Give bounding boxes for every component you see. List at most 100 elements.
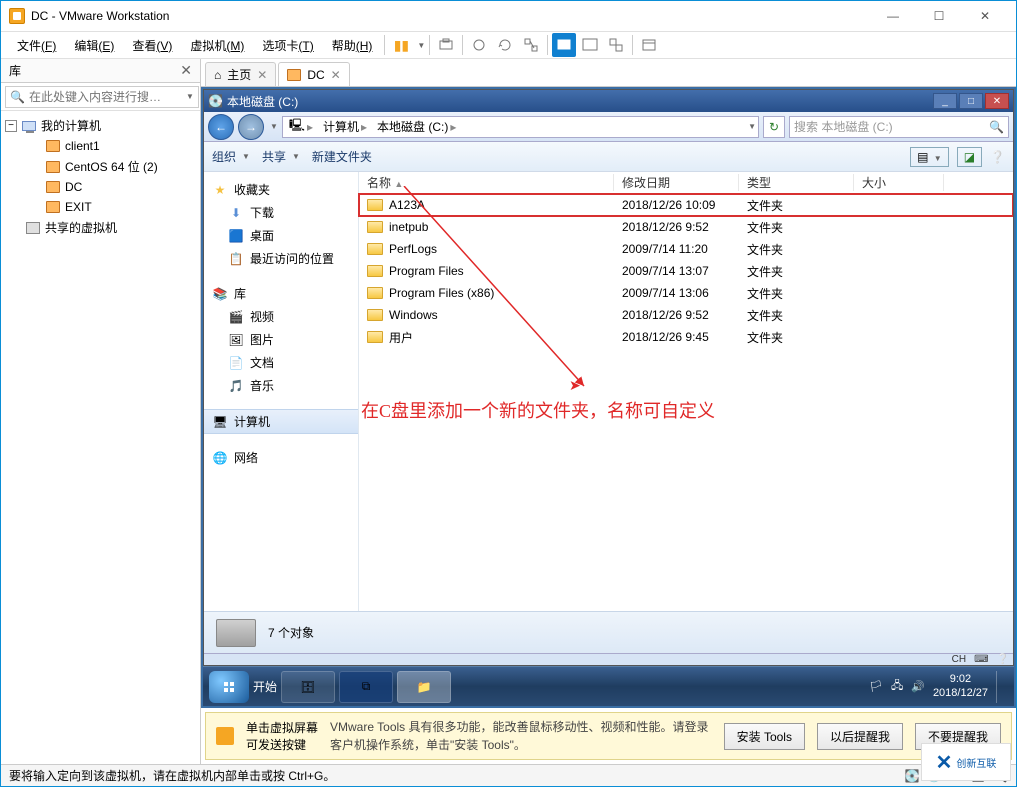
snapshot-take-button[interactable] — [467, 33, 491, 57]
new-folder-button[interactable]: 新建文件夹 — [312, 148, 372, 165]
maximize-button[interactable]: ☐ — [916, 1, 962, 31]
tree-vm-dc[interactable]: DC — [5, 177, 196, 197]
taskbar-server-manager[interactable]: 🗄 — [281, 671, 335, 703]
col-size[interactable]: 大小 — [854, 174, 944, 191]
drive-icon: 💽 — [208, 94, 223, 108]
taskbar-powershell[interactable]: ⧉ — [339, 671, 393, 703]
tab-home-close[interactable]: ✕ — [257, 68, 267, 82]
breadcrumb[interactable]: 🖳 ▸ 计算机 ▸ 本地磁盘 (C:) ▸ ▼ — [282, 116, 759, 138]
menu-help[interactable]: 帮助(H) — [324, 33, 381, 58]
minimize-button[interactable]: — — [870, 1, 916, 31]
file-row[interactable]: Program Files (x86)2009/7/14 13:06文件夹 — [359, 282, 1013, 304]
explorer-window: 💽 本地磁盘 (C:) _ □ ✕ ← → ▼ — [203, 89, 1014, 666]
tray-clock[interactable]: 9:02 2018/12/27 — [933, 673, 988, 699]
search-dropdown[interactable]: ▼ — [186, 92, 194, 101]
menubar: 文件(F) 编辑(E) 查看(V) 虚拟机(M) 选项卡(T) 帮助(H) ▮▮… — [1, 31, 1016, 59]
breadcrumb-computer[interactable]: 计算机 ▸ — [319, 118, 371, 135]
sidebar-network[interactable]: 🌐网络 — [204, 446, 358, 469]
library-header: 库 ✕ — [1, 59, 200, 83]
breadcrumb-dropdown[interactable]: ▼ — [748, 122, 756, 131]
nav-history-dropdown[interactable]: ▼ — [270, 122, 278, 131]
tray-sound-icon[interactable]: 🔊 — [911, 680, 925, 693]
sidebar-videos[interactable]: 🎬视频 — [204, 305, 358, 328]
file-row[interactable]: A123A2018/12/26 10:09文件夹 — [359, 194, 1013, 216]
vmware-icon — [9, 8, 25, 24]
library-close-button[interactable]: ✕ — [180, 62, 192, 79]
menu-view[interactable]: 查看(V) — [124, 33, 180, 58]
tab-dc[interactable]: DC ✕ — [278, 62, 349, 86]
lang-options-icon[interactable]: ⌨ — [974, 654, 988, 665]
sidebar-recent[interactable]: 📋最近访问的位置 — [204, 247, 358, 270]
sidebar-pictures[interactable]: 🖼图片 — [204, 328, 358, 351]
preview-pane-button[interactable]: ◪ — [957, 147, 982, 167]
start-button[interactable] — [209, 671, 249, 703]
col-date[interactable]: 修改日期 — [614, 174, 739, 191]
taskbar-explorer[interactable]: 📁 — [397, 671, 451, 703]
sidebar-favorites[interactable]: ★收藏夹 — [204, 178, 358, 201]
remind-later-button[interactable]: 以后提醒我 — [817, 723, 903, 750]
help-button[interactable]: ❔ — [990, 150, 1005, 164]
tree-my-computer[interactable]: − 我的计算机 — [5, 115, 196, 136]
sidebar-desktop[interactable]: 🟦桌面 — [204, 224, 358, 247]
view-options-button[interactable]: ▤ ▼ — [910, 147, 949, 167]
explorer-sidebar: ★收藏夹 ⬇下载 🟦桌面 📋最近访问的位置 📚库 🎬视频 🖼图片 📄文档 🎵音乐 — [204, 172, 359, 611]
watermark-logo: ✕创新互联 — [921, 743, 1011, 781]
refresh-button[interactable]: ↻ — [763, 116, 785, 138]
power-dropdown[interactable]: ▼ — [417, 41, 425, 50]
snapshot-revert-button[interactable] — [493, 33, 517, 57]
tray-flag-icon[interactable]: 🏳 — [869, 680, 883, 693]
tray-network-icon[interactable]: 🖧 — [891, 677, 903, 696]
install-tools-button[interactable]: 安装 Tools — [724, 723, 805, 750]
organize-button[interactable]: 组织 ▼ — [212, 148, 250, 165]
tree-shared-vms[interactable]: 共享的虚拟机 — [5, 217, 196, 238]
explorer-close[interactable]: ✕ — [985, 93, 1009, 109]
vmware-tools-hint: 单击虚拟屏幕 可发送按键 VMware Tools 具有很多功能，能改善鼠标移动… — [205, 712, 1012, 760]
sidebar-libraries[interactable]: 📚库 — [204, 282, 358, 305]
file-row[interactable]: Windows2018/12/26 9:52文件夹 — [359, 304, 1013, 326]
lang-indicator[interactable]: CH — [952, 654, 966, 665]
breadcrumb-root[interactable]: 🖳 ▸ — [285, 116, 317, 137]
explorer-search[interactable]: 搜索 本地磁盘 (C:) 🔍 — [789, 116, 1009, 138]
fit-guest-button[interactable] — [552, 33, 576, 57]
sidebar-downloads[interactable]: ⬇下载 — [204, 201, 358, 224]
share-button[interactable]: 共享 ▼ — [262, 148, 300, 165]
breadcrumb-drive[interactable]: 本地磁盘 (C:) ▸ — [373, 118, 460, 135]
suspend-button[interactable]: ▮▮ — [389, 33, 413, 57]
explorer-minimize[interactable]: _ — [933, 93, 957, 109]
col-type[interactable]: 类型 — [739, 174, 854, 191]
tree-vm-exit[interactable]: EXIT — [5, 197, 196, 217]
tree-vm-client1[interactable]: client1 — [5, 136, 196, 156]
start-label: 开始 — [253, 678, 277, 695]
hint-left-text: 单击虚拟屏幕 可发送按键 — [246, 719, 318, 753]
nav-forward-button[interactable]: → — [238, 114, 264, 140]
library-search-input[interactable] — [29, 90, 184, 104]
show-console-button[interactable] — [637, 33, 661, 57]
show-desktop-button[interactable] — [996, 671, 1008, 703]
explorer-maximize[interactable]: □ — [959, 93, 983, 109]
sidebar-documents[interactable]: 📄文档 — [204, 351, 358, 374]
sidebar-computer[interactable]: 🖥计算机 — [204, 409, 358, 434]
file-row[interactable]: 用户2018/12/26 9:45文件夹 — [359, 326, 1013, 348]
unity-button[interactable] — [604, 33, 628, 57]
tab-dc-close[interactable]: ✕ — [331, 68, 341, 82]
file-row[interactable]: PerfLogs2009/7/14 11:20文件夹 — [359, 238, 1013, 260]
tree-vm-centos[interactable]: CentOS 64 位 (2) — [5, 156, 196, 177]
file-row[interactable]: inetpub2018/12/26 9:52文件夹 — [359, 216, 1013, 238]
column-headers[interactable]: 名称 ▲ 修改日期 类型 大小 — [359, 172, 1013, 194]
menu-vm[interactable]: 虚拟机(M) — [182, 33, 252, 58]
sidebar-music[interactable]: 🎵音乐 — [204, 374, 358, 397]
col-name[interactable]: 名称 ▲ — [359, 174, 614, 191]
menu-edit[interactable]: 编辑(E) — [66, 33, 122, 58]
menu-tabs[interactable]: 选项卡(T) — [254, 33, 321, 58]
guest-vm-screen[interactable]: 💽 本地磁盘 (C:) _ □ ✕ ← → ▼ — [201, 87, 1016, 708]
snapshot-manager-button[interactable] — [519, 33, 543, 57]
file-row[interactable]: Program Files2009/7/14 13:07文件夹 — [359, 260, 1013, 282]
snapshot-button[interactable] — [434, 33, 458, 57]
close-button[interactable]: ✕ — [962, 1, 1008, 31]
nav-back-button[interactable]: ← — [208, 114, 234, 140]
status-disk-icon[interactable]: 💽 — [904, 768, 920, 784]
lang-help-icon[interactable]: ❔ — [997, 654, 1009, 665]
tab-home[interactable]: ⌂ 主页 ✕ — [205, 62, 276, 86]
fullscreen-button[interactable] — [578, 33, 602, 57]
menu-file[interactable]: 文件(F) — [9, 33, 64, 58]
